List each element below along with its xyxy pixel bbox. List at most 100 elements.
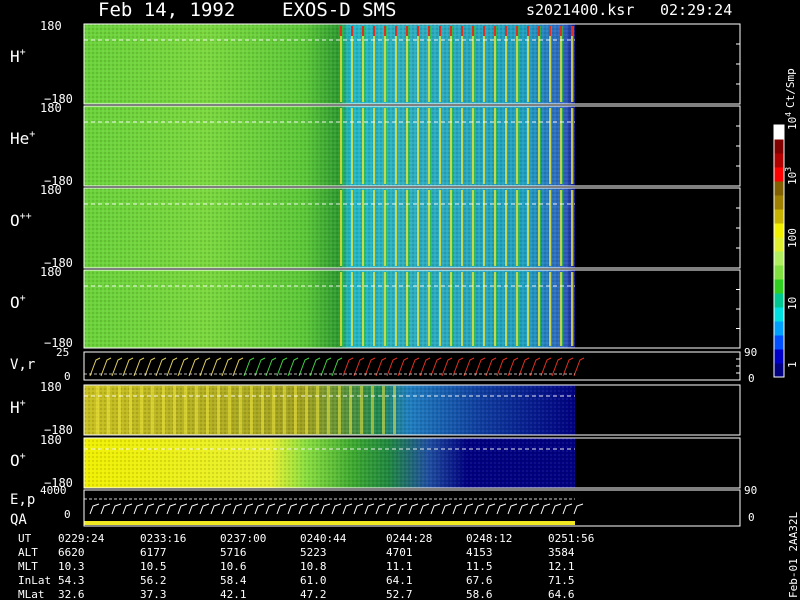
- panel-3-ytop: 180: [40, 265, 62, 279]
- colorbar-cell: [774, 181, 784, 196]
- panel-3: O+180−180: [10, 265, 741, 350]
- ephem-cell: 52.7: [386, 588, 413, 600]
- ephem-cell: 61.0: [300, 574, 327, 587]
- colorbar-cell: [774, 307, 784, 322]
- ephem-cell: 37.3: [140, 588, 167, 600]
- ephem-cell: 42.1: [220, 588, 247, 600]
- colorbar: Ct/Smp 1 10 100 103 104: [773, 68, 799, 378]
- panel-0-label: H+: [10, 47, 26, 66]
- ephem-cell: 64.6: [548, 588, 575, 600]
- ep-ytop: 4000: [40, 484, 67, 497]
- lower-panel-1-ytop: 180: [40, 433, 62, 447]
- ephem-cell: 10.6: [220, 560, 247, 573]
- ephem-cell: 0244:28: [386, 532, 432, 545]
- colorbar-cell: [774, 139, 784, 154]
- header-time: 02:29:24: [660, 1, 732, 19]
- colorbar-cell: [774, 223, 784, 238]
- ephem-cell: 0240:44: [300, 532, 347, 545]
- ephem-cell: 71.5: [548, 574, 575, 587]
- panel-1-label: He+: [10, 129, 35, 148]
- ephem-row-label: MLat: [18, 588, 45, 600]
- ep-rbot: 0: [748, 511, 755, 524]
- colorbar-cell: [774, 335, 784, 350]
- colorbar-cell: [774, 321, 784, 336]
- colorbar-cell: [774, 125, 784, 140]
- lower-panel-0: H+180−180: [10, 380, 741, 437]
- ephem-row-label: ALT: [18, 546, 38, 559]
- ephem-cell: 0251:56: [548, 532, 594, 545]
- ephem-cell: 6177: [140, 546, 167, 559]
- colorbar-cell: [774, 279, 784, 294]
- ep-label: E,p: [10, 492, 35, 508]
- colorbar-cell: [774, 363, 784, 378]
- ep-ybot: 0: [64, 508, 71, 521]
- ephem-cell: 0233:16: [140, 532, 186, 545]
- ephem-row-label: InLat: [18, 574, 51, 587]
- ephem-cell: 3584: [548, 546, 575, 559]
- qa-bar: [84, 521, 575, 525]
- lower-panel-0-ytop: 180: [40, 380, 62, 394]
- colorbar-cell: [774, 209, 784, 224]
- ephem-cell: 56.2: [140, 574, 167, 587]
- colorbar-cell: [774, 251, 784, 266]
- colorbar-tick: 10: [786, 297, 799, 310]
- header-instrument: EXOS-D SMS: [282, 0, 396, 21]
- ephem-cell: 58.6: [466, 588, 493, 600]
- ephem-row-label: UT: [18, 532, 32, 545]
- colorbar-tick: 103: [784, 167, 799, 185]
- vr-ybot: 0: [64, 370, 71, 383]
- ephem-cell: 32.6: [58, 588, 85, 600]
- colorbar-tick: 1: [786, 361, 799, 368]
- panel-1: He+180−180: [10, 101, 741, 188]
- ep-rtop: 90: [744, 484, 757, 497]
- ephem-cell: 11.1: [386, 560, 413, 573]
- qa-label: QA: [10, 512, 27, 528]
- ephem-cell: 10.5: [140, 560, 167, 573]
- ephem-cell: 11.5: [466, 560, 493, 573]
- header-date: Feb 14, 1992: [98, 0, 235, 21]
- ephem-cell: 10.3: [58, 560, 85, 573]
- colorbar-tick: 100: [786, 228, 799, 248]
- panel-2: O++180−180: [10, 183, 741, 270]
- colorbar-cell: [774, 195, 784, 210]
- ep-panel: E,p QA 4000 0 90 0: [10, 484, 757, 528]
- colorbar-cell: [774, 293, 784, 308]
- ephem-cell: 67.6: [466, 574, 493, 587]
- ephem-cell: 6620: [58, 546, 85, 559]
- ephem-cell: 5716: [220, 546, 247, 559]
- ephem-cell: 0248:12: [466, 532, 512, 545]
- panel-2-ytop: 180: [40, 183, 62, 197]
- colorbar-cell: [774, 237, 784, 252]
- ephem-cell: 54.3: [58, 574, 85, 587]
- vr-label: V,r: [10, 357, 35, 373]
- panel-0: H+180−180: [10, 19, 741, 106]
- ephem-cell: 0237:00: [220, 532, 266, 545]
- ephem-cell: 5223: [300, 546, 327, 559]
- colorbar-label: Ct/Smp: [784, 68, 797, 108]
- header-file: s2021400.ksr: [526, 1, 634, 19]
- colorbar-cell: [774, 167, 784, 182]
- ephem-cell: 47.2: [300, 588, 327, 600]
- lower-panel-0-label: H+: [10, 398, 26, 417]
- colorbar-tick: 104: [784, 112, 799, 130]
- panel-3-label: O+: [10, 293, 26, 312]
- vr-panel: V,r 25 0 90 0: [10, 346, 757, 385]
- panel-0-ytop: 180: [40, 19, 62, 33]
- ephem-cell: 10.8: [300, 560, 327, 573]
- ephem-row-label: MLT: [18, 560, 38, 573]
- colorbar-cell: [774, 349, 784, 364]
- spectrogram-figure: Feb 14, 1992 EXOS-D SMS s2021400.ksr 02:…: [10, 0, 800, 600]
- lower-panel-1: O+180−180: [10, 433, 741, 490]
- vr-rbot: 0: [748, 372, 755, 385]
- ephem-cell: 12.1: [548, 560, 575, 573]
- ephemeris-table: UT 0229:24 0233:16 0237:00 0240:44 0244:28 024…: [18, 532, 594, 600]
- lower-panel-1-label: O+: [10, 451, 26, 470]
- panel-1-ytop: 180: [40, 101, 62, 115]
- ephem-cell: 58.4: [220, 574, 247, 587]
- ephem-cell: 4153: [466, 546, 493, 559]
- vr-rtop: 90: [744, 346, 757, 359]
- vr-ytop: 25: [56, 346, 69, 359]
- footer-id: Feb-01 2AA32L: [787, 512, 800, 598]
- colorbar-cell: [774, 153, 784, 168]
- ephem-cell: 0229:24: [58, 532, 105, 545]
